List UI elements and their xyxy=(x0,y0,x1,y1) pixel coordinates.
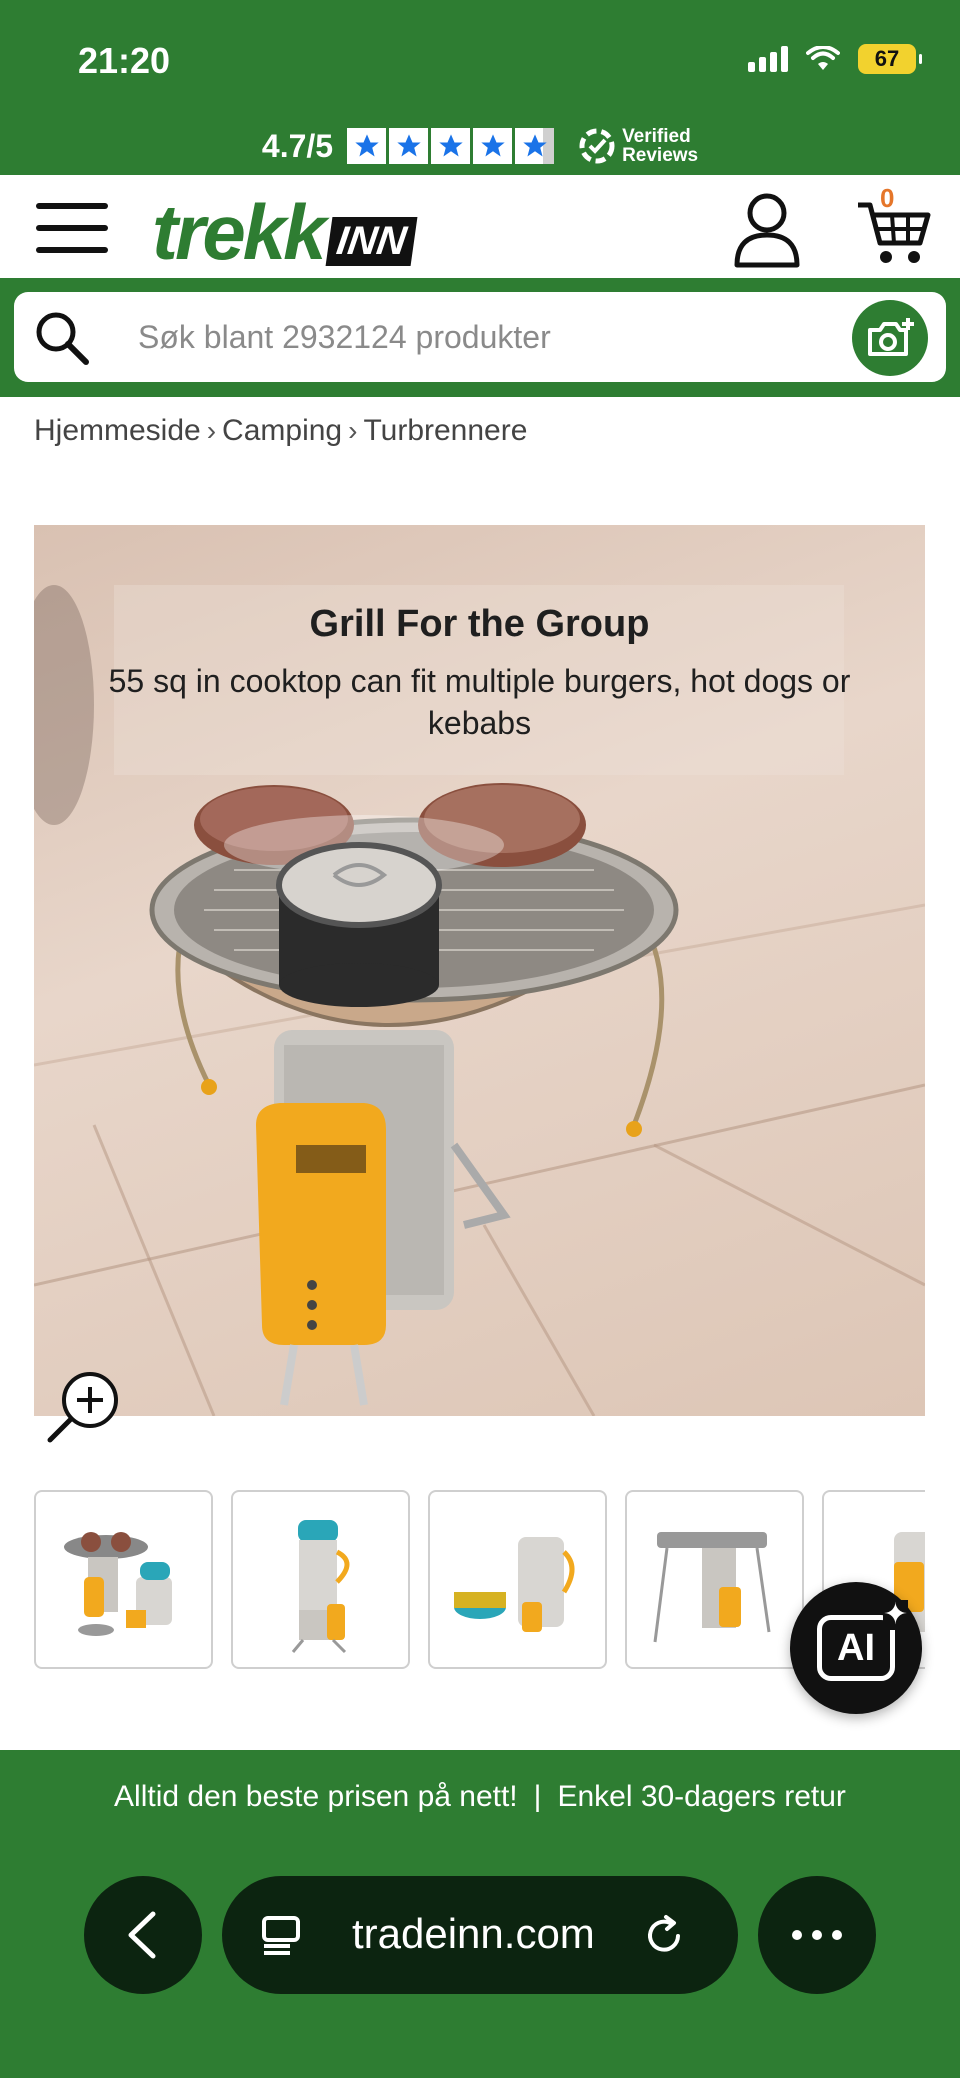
cellular-signal-icon xyxy=(748,46,788,72)
thumbnail-stove-with-grill[interactable] xyxy=(34,1490,213,1669)
url-text: tradeinn.com xyxy=(352,1910,595,1957)
promo-separator: | xyxy=(533,1780,542,1813)
thumbnail-stove-with-kettle[interactable] xyxy=(231,1490,410,1669)
hamburger-menu-icon[interactable] xyxy=(36,203,108,255)
rating-stars xyxy=(347,128,555,164)
status-bar: 21:20 67 xyxy=(0,0,960,120)
wifi-icon xyxy=(806,46,840,70)
product-illustration xyxy=(34,585,925,1416)
hero-title: Grill For the Group xyxy=(309,603,650,645)
search-input[interactable] xyxy=(138,312,738,362)
breadcrumb-home[interactable]: Hjemmeside xyxy=(34,414,201,448)
dot-icon xyxy=(832,1930,842,1940)
reload-icon[interactable] xyxy=(642,1914,686,1958)
verified-reviews-badge: Verified Reviews xyxy=(578,127,698,165)
star-icon xyxy=(431,128,471,164)
status-icons: 67 xyxy=(748,44,922,74)
more-options-button[interactable] xyxy=(758,1876,876,1994)
search-bar-container xyxy=(0,278,960,397)
user-account-icon[interactable] xyxy=(732,191,802,269)
trekkinn-logo[interactable]: trekk INN xyxy=(152,187,418,278)
zoom-in-icon[interactable] xyxy=(44,1370,120,1446)
ai-assistant-button[interactable]: AI ✦ xyxy=(790,1582,922,1714)
cart-count-badge: 0 xyxy=(880,183,895,213)
camera-plus-icon xyxy=(868,318,914,356)
camera-search-button[interactable] xyxy=(852,300,928,376)
search-box[interactable] xyxy=(14,292,946,382)
browser-toolbar: tradeinn.com xyxy=(0,1876,960,1996)
dot-icon xyxy=(792,1930,802,1940)
star-icon xyxy=(473,128,513,164)
chevron-left-icon xyxy=(128,1911,156,1959)
breadcrumb: Hjemmeside › Camping › Turbrennere xyxy=(34,414,527,448)
promo-banner: Alltid den beste prisen på nett! | Enkel 3… xyxy=(0,1780,960,1814)
breadcrumb-camping[interactable]: Camping xyxy=(222,414,342,448)
star-icon xyxy=(347,128,387,164)
site-header: trekk INN 0 xyxy=(0,175,960,278)
breadcrumb-chevron-icon: › xyxy=(348,415,358,446)
product-main-image[interactable]: Grill For the Group 55 sq in cooktop can… xyxy=(34,525,925,1416)
thumbnail-grill-tripod[interactable] xyxy=(625,1490,804,1669)
promo-best-price: Alltid den beste prisen på nett! xyxy=(114,1780,518,1813)
rating-score: 4.7/5 xyxy=(261,127,334,164)
star-half-icon xyxy=(515,128,555,164)
dot-icon xyxy=(812,1930,822,1940)
verified-reviews-icon xyxy=(579,128,615,164)
ai-sparkle-icon: AI ✦ xyxy=(817,1600,908,1681)
rating-bar[interactable]: 4.7/5 Verified Reviews xyxy=(0,118,960,174)
status-time: 21:20 xyxy=(78,40,171,81)
promo-returns: Enkel 30-dagers retur xyxy=(557,1780,846,1813)
breadcrumb-current[interactable]: Turbrennere xyxy=(363,414,527,448)
thumbnail-stove-with-pot[interactable] xyxy=(428,1490,607,1669)
bottom-bar: Alltid den beste prisen på nett! | Enkel 3… xyxy=(0,1750,960,2078)
page-tabs-icon xyxy=(262,1916,300,1955)
verified-label-1: Verified xyxy=(622,126,691,147)
star-icon xyxy=(389,128,429,164)
address-bar[interactable]: tradeinn.com xyxy=(222,1876,738,1994)
breadcrumb-chevron-icon: › xyxy=(206,415,217,446)
back-button[interactable] xyxy=(84,1876,202,1994)
battery-icon: 67 xyxy=(858,44,922,74)
search-icon[interactable] xyxy=(32,308,92,368)
verified-label-2: Reviews xyxy=(622,145,699,166)
ai-label: AI xyxy=(837,1626,875,1669)
hero-subtitle: 55 sq in cooktop can fit multiple burger… xyxy=(108,663,851,741)
logo-badge: INN xyxy=(326,217,418,266)
logo-wordmark: trekk xyxy=(152,188,326,276)
